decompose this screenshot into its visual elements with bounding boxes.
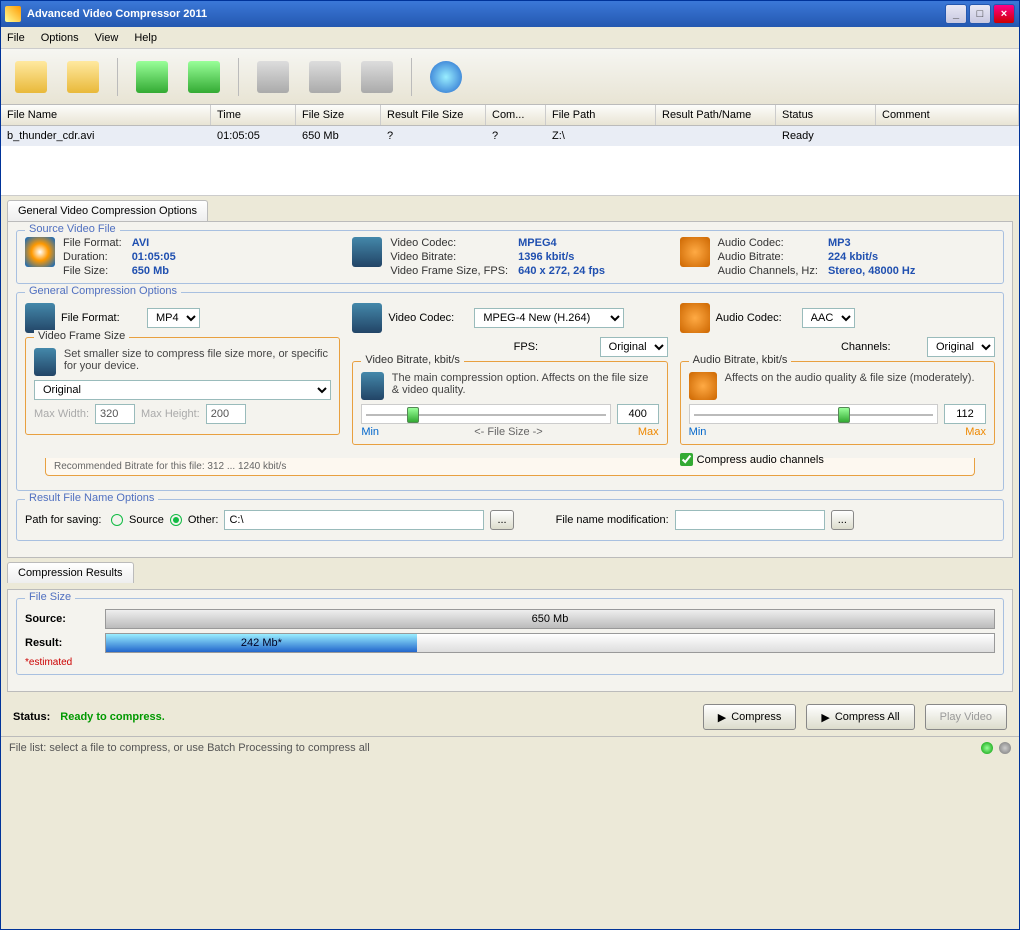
maximize-button[interactable]: □ bbox=[969, 4, 991, 24]
open-folder-button[interactable] bbox=[61, 56, 105, 98]
fps-select[interactable]: Original bbox=[600, 337, 668, 357]
video-bitrate-input[interactable] bbox=[617, 404, 659, 424]
menubar: File Options View Help bbox=[1, 27, 1019, 49]
status-led-green bbox=[981, 742, 993, 754]
file-size-fieldset: File Size Source: 650 Mb Result: 242 Mb*… bbox=[16, 598, 1004, 675]
col-path[interactable]: File Path bbox=[546, 105, 656, 125]
compress-button[interactable]: ▶Compress bbox=[703, 704, 797, 730]
speaker-icon bbox=[680, 303, 710, 333]
disc-icon bbox=[25, 237, 55, 267]
col-filename[interactable]: File Name bbox=[1, 105, 211, 125]
table-row[interactable]: b_thunder_cdr.avi 01:05:05 650 Mb ? ? Z:… bbox=[1, 126, 1019, 146]
window-title: Advanced Video Compressor 2011 bbox=[27, 8, 207, 20]
file-format-select[interactable]: MP4 bbox=[147, 308, 200, 328]
status-led-grey bbox=[999, 742, 1011, 754]
pause-button[interactable] bbox=[251, 56, 295, 98]
path-source-radio[interactable] bbox=[111, 514, 123, 526]
menu-options[interactable]: Options bbox=[41, 32, 79, 44]
audio-codec-select[interactable]: AAC bbox=[802, 308, 855, 328]
bitrate-icon bbox=[361, 372, 383, 400]
compress-single-button[interactable] bbox=[130, 56, 174, 98]
speaker-icon bbox=[680, 237, 710, 267]
stop-button[interactable] bbox=[303, 56, 347, 98]
film-icon bbox=[352, 303, 382, 333]
minimize-button[interactable]: _ bbox=[945, 4, 967, 24]
path-other-input[interactable] bbox=[224, 510, 484, 530]
file-list-header: File Name Time File Size Result File Siz… bbox=[1, 105, 1019, 126]
result-size-bar: 242 Mb* bbox=[105, 633, 995, 653]
file-list: File Name Time File Size Result File Siz… bbox=[1, 105, 1019, 196]
video-bitrate-slider[interactable] bbox=[361, 404, 610, 424]
status-text: Ready to compress. bbox=[60, 711, 165, 723]
play-icon: ▶ bbox=[821, 711, 829, 724]
play-result-icon bbox=[361, 61, 393, 93]
toolbar bbox=[1, 49, 1019, 105]
menu-view[interactable]: View bbox=[95, 32, 119, 44]
play-icon bbox=[136, 61, 168, 93]
source-size-bar: 650 Mb bbox=[105, 609, 995, 629]
play-video-button: Play Video bbox=[925, 704, 1007, 730]
play-result-button[interactable] bbox=[355, 56, 399, 98]
compress-batch-button[interactable] bbox=[182, 56, 226, 98]
result-filename-fieldset: Result File Name Options Path for saving… bbox=[16, 499, 1004, 541]
footer: Status: Ready to compress. ▶Compress ▶Co… bbox=[1, 698, 1019, 736]
audio-bitrate-icon bbox=[689, 372, 717, 400]
close-button[interactable]: × bbox=[993, 4, 1015, 24]
source-video-fieldset: Source Video File File Format:AVI Durati… bbox=[16, 230, 1004, 284]
col-compression[interactable]: Com... bbox=[486, 105, 546, 125]
menu-help[interactable]: Help bbox=[134, 32, 157, 44]
compress-all-button[interactable]: ▶Compress All bbox=[806, 704, 914, 730]
col-status[interactable]: Status bbox=[776, 105, 876, 125]
filename-mod-input[interactable] bbox=[675, 510, 825, 530]
max-width-input bbox=[95, 404, 135, 424]
col-result-size[interactable]: Result File Size bbox=[381, 105, 486, 125]
filename-mod-button[interactable]: ... bbox=[831, 510, 854, 530]
film-icon bbox=[352, 237, 382, 267]
frame-size-select[interactable]: Original bbox=[34, 380, 331, 400]
browse-path-button[interactable]: ... bbox=[490, 510, 513, 530]
audio-bitrate-input[interactable] bbox=[944, 404, 986, 424]
max-height-input bbox=[206, 404, 246, 424]
tab-results[interactable]: Compression Results bbox=[7, 562, 134, 583]
film-icon bbox=[25, 303, 55, 333]
video-frame-size-fieldset: Video Frame Size Set smaller size to com… bbox=[25, 337, 340, 435]
tab-general[interactable]: General Video Compression Options bbox=[7, 200, 208, 221]
app-icon bbox=[5, 6, 21, 22]
video-codec-select[interactable]: MPEG-4 New (H.264) bbox=[474, 308, 624, 328]
folder-icon bbox=[67, 61, 99, 93]
play-icon: ▶ bbox=[718, 711, 726, 724]
stop-icon bbox=[309, 61, 341, 93]
channels-select[interactable]: Original bbox=[927, 337, 995, 357]
menu-file[interactable]: File bbox=[7, 32, 25, 44]
pause-icon bbox=[257, 61, 289, 93]
resize-icon bbox=[34, 348, 56, 376]
compress-audio-checkbox[interactable] bbox=[680, 453, 693, 466]
general-compression-fieldset: General Compression Options File Format:… bbox=[16, 292, 1004, 491]
help-icon bbox=[430, 61, 462, 93]
video-bitrate-fieldset: Video Bitrate, kbit/s The main compressi… bbox=[352, 361, 667, 445]
play-icon bbox=[188, 61, 220, 93]
audio-bitrate-slider[interactable] bbox=[689, 404, 938, 424]
col-size[interactable]: File Size bbox=[296, 105, 381, 125]
open-file-button[interactable] bbox=[9, 56, 53, 98]
col-comment[interactable]: Comment bbox=[876, 105, 1019, 125]
titlebar: Advanced Video Compressor 2011 _ □ × bbox=[1, 1, 1019, 27]
col-time[interactable]: Time bbox=[211, 105, 296, 125]
col-result-path[interactable]: Result Path/Name bbox=[656, 105, 776, 125]
statusbar: File list: select a file to compress, or… bbox=[1, 736, 1019, 758]
help-button[interactable] bbox=[424, 56, 468, 98]
path-other-radio[interactable] bbox=[170, 514, 182, 526]
audio-bitrate-fieldset: Audio Bitrate, kbit/s Affects on the aud… bbox=[680, 361, 995, 445]
folder-icon bbox=[15, 61, 47, 93]
